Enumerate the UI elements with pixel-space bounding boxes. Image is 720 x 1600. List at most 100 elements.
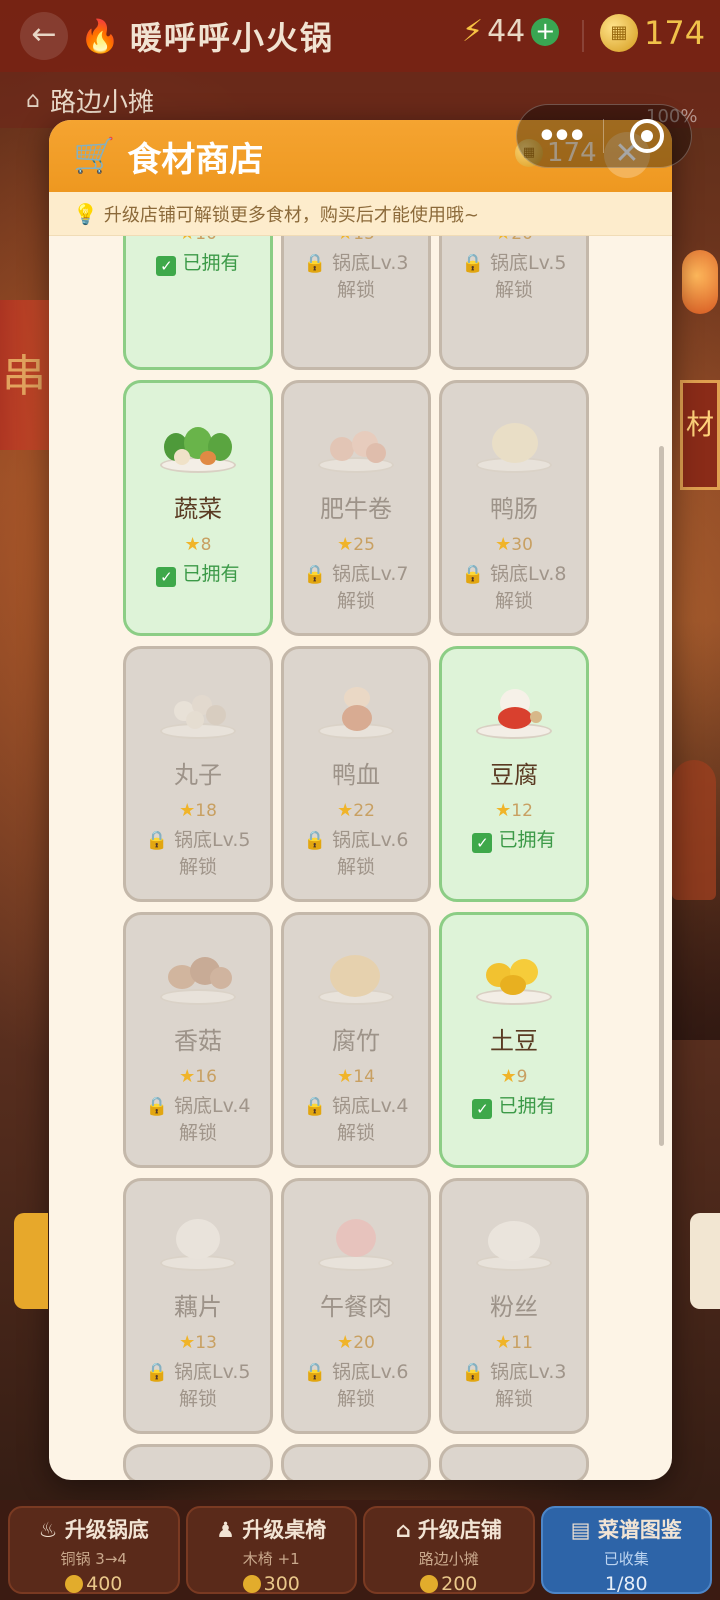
status-text: 锅底Lv.5解锁 — [489, 252, 567, 301]
ingredient-price: ★20 — [442, 236, 586, 244]
divider — [582, 20, 584, 52]
back-button[interactable]: ← — [20, 12, 68, 60]
recipe-book-label: 菜谱图鉴 — [597, 1518, 682, 1542]
ingredient-card-partial[interactable] — [281, 1444, 431, 1480]
star-icon: ★ — [495, 236, 511, 244]
recipe-book-count: 1/80 — [604, 1573, 648, 1595]
lock-status: 🔒 锅底Lv.6解锁 — [284, 827, 428, 881]
status-text: 锅底Lv.3解锁 — [489, 1361, 567, 1410]
close-miniprogram-button[interactable] — [630, 119, 664, 153]
status-text: 已拥有 — [182, 563, 240, 585]
star-icon: ★ — [337, 534, 354, 555]
food-illustration — [150, 681, 246, 741]
owned-status: ✓ 已拥有 — [126, 250, 270, 277]
side-card-right — [690, 1213, 720, 1309]
upgrade-shop-button[interactable]: ⌂ 升级店铺 路边小摊 200 — [363, 1506, 535, 1595]
ingredient-price: ★18 — [126, 800, 270, 821]
star-icon: ★ — [184, 534, 201, 555]
ingredient-name: 土豆 — [490, 1027, 538, 1055]
lock-status: 🔒 锅底Lv.4解锁 — [126, 1093, 270, 1147]
food-illustration — [150, 415, 246, 475]
upgrade-pot-label: 升级锅底 — [64, 1518, 149, 1542]
ingredient-card[interactable]: 粉丝 ★11 🔒 锅底Lv.3解锁 — [439, 1178, 589, 1434]
price-value: 30 — [511, 535, 533, 555]
star-icon: ★ — [495, 1332, 512, 1353]
food-shape — [530, 711, 542, 723]
price-value: 10 — [195, 236, 217, 244]
lock-icon: 🔒 — [145, 1362, 168, 1383]
tip-bar: 💡 升级店铺可解锁更多食材，购买后才能使用哦~ — [49, 192, 672, 236]
ingredient-card[interactable]: ★10 ✓ 已拥有 — [123, 236, 273, 370]
ingredient-card[interactable]: 鸭血 ★22 🔒 锅底Lv.6解锁 — [281, 646, 431, 902]
food-illustration — [466, 681, 562, 741]
status-text: 已拥有 — [498, 829, 556, 851]
price-value: 15 — [353, 236, 375, 244]
ingredient-card[interactable]: ★15 🔒 锅底Lv.3解锁 — [281, 236, 431, 370]
price-value: 9 — [516, 1067, 528, 1087]
food-illustration — [308, 1213, 404, 1273]
owned-status: ✓ 已拥有 — [442, 1093, 586, 1120]
star-icon: ★ — [179, 800, 196, 821]
star-icon: ★ — [179, 1066, 196, 1087]
ingredient-card[interactable]: 腐竹 ★14 🔒 锅底Lv.4解锁 — [281, 912, 431, 1168]
ingredient-image — [442, 1181, 586, 1273]
food-shape — [206, 705, 226, 725]
lock-icon: 🔒 — [303, 1362, 326, 1383]
lock-icon: 🔒 — [461, 1362, 484, 1383]
status-text: 锅底Lv.8解锁 — [489, 563, 567, 612]
ingredient-grid-scroll[interactable]: ★10✓ 已拥有★15🔒 锅底Lv.3解锁★20🔒 锅底Lv.5解锁蔬菜★8✓ … — [49, 236, 672, 1480]
ingredient-name: 藕片 — [174, 1293, 222, 1321]
upgrade-chairs-label: 升级桌椅 — [242, 1518, 327, 1542]
upgrade-chairs-button[interactable]: ♟ 升级桌椅 木椅 +1 300 — [185, 1506, 357, 1595]
ingredient-card[interactable]: 香菇 ★16 🔒 锅底Lv.4解锁 — [123, 912, 273, 1168]
ingredient-card-partial[interactable] — [123, 1444, 273, 1480]
check-icon: ✓ — [472, 833, 493, 853]
miniprogram-capsule: ••• — [516, 104, 692, 168]
ingredient-card[interactable]: 鸭肠 ★30 🔒 锅底Lv.8解锁 — [439, 380, 589, 636]
upgrade-pot-sub: 铜锅 3→4 — [60, 1550, 127, 1568]
scrollbar[interactable] — [659, 446, 664, 1146]
ingredient-card[interactable]: 蔬菜 ★8 ✓ 已拥有 — [123, 380, 273, 636]
lock-icon: 🔒 — [145, 1096, 168, 1117]
more-menu-button[interactable]: ••• — [517, 119, 603, 154]
ingredient-image — [126, 649, 270, 741]
chair-icon: ♟ — [216, 1518, 243, 1542]
lock-icon: 🔒 — [303, 830, 326, 851]
coin-icon — [242, 1575, 261, 1593]
ingredient-price: ★30 — [442, 534, 586, 555]
price-value: 12 — [511, 801, 533, 821]
ingredient-card[interactable]: ★20 🔒 锅底Lv.5解锁 — [439, 236, 589, 370]
ingredient-card[interactable]: 肥牛卷 ★25 🔒 锅底Lv.7解锁 — [281, 380, 431, 636]
ingredient-image — [442, 649, 586, 741]
ingredient-card-partial[interactable] — [439, 1444, 589, 1480]
recipe-book-button[interactable]: ▤ 菜谱图鉴 已收集 1/80 — [540, 1506, 712, 1595]
lantern-decoration — [682, 250, 718, 314]
ingredient-image — [284, 649, 428, 741]
food-illustration — [308, 681, 404, 741]
food-illustration — [466, 1213, 562, 1273]
ingredient-card[interactable]: 藕片 ★13 🔒 锅底Lv.5解锁 — [123, 1178, 273, 1434]
ingredient-image — [126, 915, 270, 1007]
ingredient-card[interactable]: 午餐肉 ★20 🔒 锅底Lv.6解锁 — [281, 1178, 431, 1434]
food-shape — [210, 967, 232, 989]
ingredient-name: 腐竹 — [332, 1027, 380, 1055]
ingredient-price: ★25 — [284, 534, 428, 555]
ingredient-price: ★16 — [126, 1066, 270, 1087]
status-text: 锅底Lv.4解锁 — [173, 1095, 251, 1144]
lock-icon: 🔒 — [303, 253, 326, 274]
ingredient-card[interactable]: 土豆 ★9 ✓ 已拥有 — [439, 912, 589, 1168]
star-icon: ★ — [500, 1066, 517, 1087]
status-text: 锅底Lv.5解锁 — [173, 1361, 251, 1410]
ingredient-price: ★11 — [442, 1332, 586, 1353]
food-shape — [498, 707, 532, 729]
food-shape — [500, 975, 526, 995]
add-energy-button[interactable]: + — [531, 17, 560, 46]
ingredient-image — [442, 915, 586, 1007]
upgrade-pot-button[interactable]: ♨ 升级锅底 铜锅 3→4 400 — [8, 1506, 180, 1595]
food-illustration — [150, 1213, 246, 1273]
price-value: 25 — [353, 535, 375, 555]
star-icon: ★ — [337, 1332, 354, 1353]
price-value: 20 — [511, 236, 533, 244]
ingredient-card[interactable]: 豆腐 ★12 ✓ 已拥有 — [439, 646, 589, 902]
ingredient-card[interactable]: 丸子 ★18 🔒 锅底Lv.5解锁 — [123, 646, 273, 902]
